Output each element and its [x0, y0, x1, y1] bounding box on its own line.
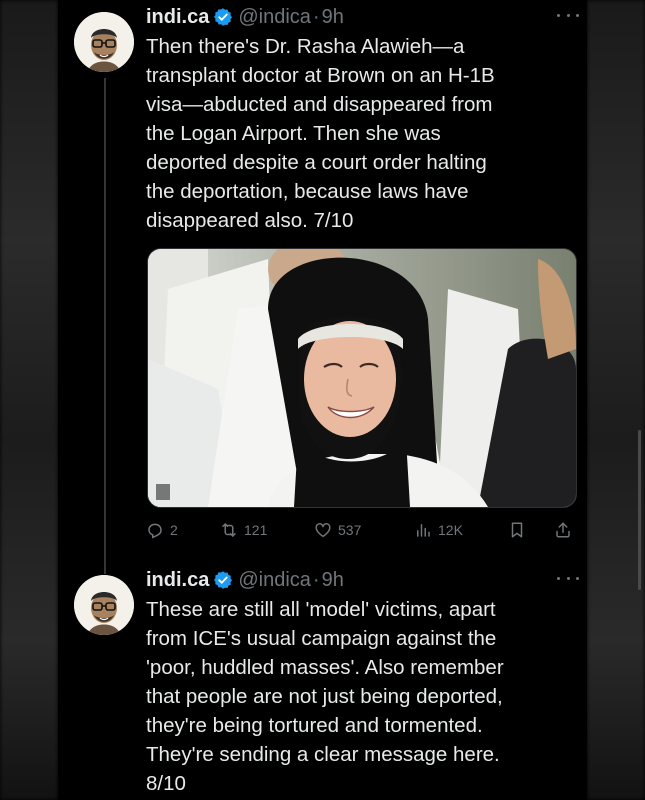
tweet-text: Then there's Dr. Rasha Alawieh—a transpl…: [146, 35, 495, 232]
verified-badge-icon: [213, 7, 233, 27]
retweet-icon: [220, 521, 238, 539]
heart-icon: [314, 521, 332, 539]
display-name[interactable]: indi.ca: [146, 6, 209, 29]
timestamp[interactable]: 9h: [322, 6, 344, 29]
tweet-actions: 2 121 537 12K: [146, 516, 578, 544]
bookmark-icon: [508, 521, 526, 539]
separator-dot: ·: [312, 568, 320, 591]
share-button[interactable]: [554, 516, 572, 544]
thread-connector-line: [104, 78, 106, 574]
tweet-header: indi.ca @indica · 9h: [146, 566, 344, 594]
avatar[interactable]: [74, 12, 134, 72]
timestamp[interactable]: 9h: [322, 569, 344, 592]
retweet-count: 121: [244, 522, 268, 538]
share-icon: [554, 521, 572, 539]
views-button[interactable]: 12K: [414, 516, 463, 544]
more-options-icon[interactable]: [557, 571, 579, 585]
more-options-icon[interactable]: [557, 8, 579, 22]
reply-button[interactable]: 2: [146, 516, 178, 544]
verified-badge-icon: [213, 570, 233, 590]
like-button[interactable]: 537: [314, 516, 361, 544]
reply-icon: [146, 521, 164, 539]
left-blur-border: [0, 0, 58, 800]
reply-count: 2: [170, 522, 178, 538]
tweet-header: indi.ca @indica · 9h: [146, 3, 344, 31]
tweet-text: These are still all 'model' victims, apa…: [146, 598, 504, 795]
display-name[interactable]: indi.ca: [146, 569, 209, 592]
separator-dot: ·: [312, 5, 320, 28]
user-handle[interactable]: @indica: [238, 6, 311, 29]
timeline-feed: indi.ca @indica · 9h Then there's Dr. Ra…: [58, 0, 641, 800]
tweet-photo[interactable]: [147, 248, 577, 508]
user-handle[interactable]: @indica: [238, 569, 311, 592]
scrollbar[interactable]: [638, 430, 641, 590]
like-count: 537: [338, 522, 362, 538]
avatar[interactable]: [74, 575, 134, 635]
view-count: 12K: [438, 522, 463, 538]
right-blur-border: [587, 0, 645, 800]
retweet-button[interactable]: 121: [220, 516, 267, 544]
bookmark-button[interactable]: [508, 516, 526, 544]
views-icon: [414, 521, 432, 539]
